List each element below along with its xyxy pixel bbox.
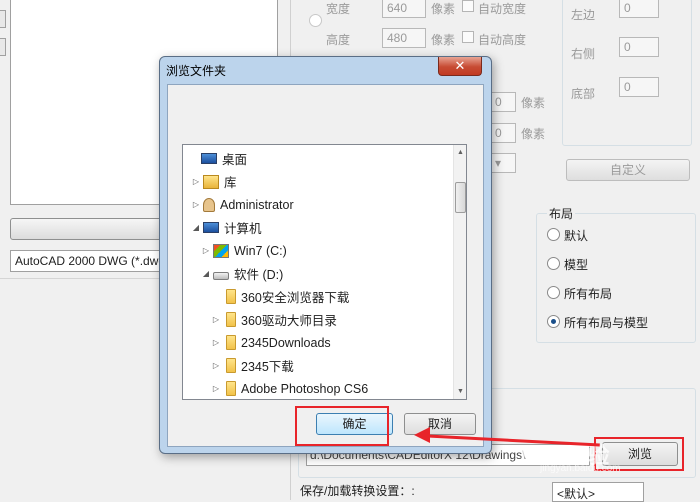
expand-arrow-icon[interactable]: ▷ xyxy=(191,177,201,186)
width-label: 宽度 xyxy=(326,2,351,16)
tree-item-label: 2345下载 xyxy=(241,360,294,374)
auto-width-label: 自动宽度 xyxy=(478,2,527,16)
auto-width-checkbox[interactable] xyxy=(462,0,474,12)
tree-item[interactable]: ▷ Adobe Photoshop CS6 xyxy=(211,377,369,399)
size-radio[interactable] xyxy=(309,14,322,27)
folder-icon xyxy=(226,335,236,350)
tree-item[interactable]: ▷ 2345下载 xyxy=(211,354,294,377)
tree-item-label: 桌面 xyxy=(222,153,248,167)
bottom-margin-input[interactable]: 0 xyxy=(619,77,659,97)
tree-item[interactable]: ▷ Win7 (C:) xyxy=(201,239,287,262)
tree-item[interactable]: ▷ 2345Downloads xyxy=(211,331,331,354)
extra-unit-2: 像素 xyxy=(521,127,546,141)
height-label: 高度 xyxy=(326,33,351,47)
layout-radio-model[interactable] xyxy=(547,257,560,270)
computer-icon xyxy=(203,222,219,233)
extra-input-1[interactable]: 0 xyxy=(490,92,516,112)
side-tab-2[interactable] xyxy=(0,38,6,56)
tree-item-label: 库 xyxy=(224,176,237,190)
right-margin-label: 右侧 xyxy=(571,47,596,61)
tree-item-label: 2345Downloads xyxy=(241,335,331,350)
save-settings-select[interactable]: <默认> xyxy=(552,482,644,502)
folder-icon xyxy=(226,381,236,396)
annotation-arrow-head xyxy=(414,427,430,443)
tree-item[interactable]: 桌面 xyxy=(189,147,247,170)
folder-tree[interactable]: 桌面 ▷ 库 ▷ Administrator ◢ 计算机 ▷ Win7 (C:) ◢ 软件 (D:)… xyxy=(182,144,467,400)
layout-group-title: 布局 xyxy=(547,205,576,222)
expand-arrow-icon[interactable]: ◢ xyxy=(201,269,211,278)
right-margin-input[interactable]: 0 xyxy=(619,37,659,57)
folder-icon xyxy=(226,358,236,373)
tree-item[interactable]: ▷ Administrator xyxy=(191,193,294,216)
extra-dropdown[interactable]: ▾ xyxy=(490,153,516,173)
browse-folder-dialog: 浏览文件夹 ✕ 桌面 ▷ 库 ▷ Administrator ◢ 计算机 ▷ Win7 (C:)… xyxy=(159,56,492,454)
tree-item-label: 360安全浏览器下载 xyxy=(241,291,350,305)
extra-unit-1: 像素 xyxy=(521,96,546,110)
scrollbar-thumb[interactable] xyxy=(455,182,466,213)
tree-item[interactable]: ◢ 计算机 xyxy=(191,216,262,239)
height-input[interactable]: 480 xyxy=(382,28,426,48)
format-select[interactable]: AutoCAD 2000 DWG (*.dwg xyxy=(10,250,170,272)
layout-radio-default[interactable] xyxy=(547,228,560,241)
user-icon xyxy=(203,197,215,212)
folder-icon xyxy=(226,289,236,304)
bottom-margin-label: 底部 xyxy=(571,87,596,101)
tree-item-label: Adobe Photoshop CS6 xyxy=(241,381,369,396)
extra-input-2[interactable]: 0 xyxy=(490,123,516,143)
watermark-url: jingyan.baidu.com xyxy=(540,463,621,474)
scroll-down-icon[interactable]: ▼ xyxy=(454,388,466,395)
desktop-icon xyxy=(201,153,217,164)
expand-arrow-icon[interactable]: ▷ xyxy=(211,315,221,324)
drive-icon xyxy=(213,271,229,280)
close-icon[interactable]: ✕ xyxy=(438,57,482,76)
left-margin-label: 左边 xyxy=(571,8,596,22)
side-tab-1[interactable] xyxy=(0,10,6,28)
expand-arrow-icon[interactable]: ▷ xyxy=(211,361,221,370)
library-icon xyxy=(203,174,219,189)
tree-item-label: 软件 (D:) xyxy=(234,268,284,282)
layout-option-model: 模型 xyxy=(564,258,589,272)
dialog-client: 桌面 ▷ 库 ▷ Administrator ◢ 计算机 ▷ Win7 (C:) ◢ 软件 (D:)… xyxy=(167,84,484,447)
folder-icon xyxy=(226,312,236,327)
tree-item[interactable]: 360安全浏览器下载 xyxy=(211,285,349,308)
tree-item-label: 360驱动大师目录 xyxy=(241,314,337,328)
windows-drive-icon xyxy=(213,243,229,258)
tree-item-label: Win7 (C:) xyxy=(234,243,287,258)
expand-arrow-icon[interactable]: ▷ xyxy=(201,246,211,255)
expand-arrow-icon[interactable]: ◢ xyxy=(191,223,201,232)
tree-item-label: 计算机 xyxy=(224,222,262,236)
dialog-title: 浏览文件夹 xyxy=(166,64,227,78)
auto-height-checkbox[interactable] xyxy=(462,31,474,43)
layout-option-all-layouts: 所有布局 xyxy=(564,287,613,301)
left-margin-input[interactable]: 0 xyxy=(619,0,659,18)
layout-option-all-layouts-model: 所有布局与模型 xyxy=(564,316,649,330)
tree-item[interactable]: ◢ 软件 (D:) xyxy=(201,262,283,285)
custom-button[interactable]: 自定义 xyxy=(566,159,690,181)
layout-radio-all-layouts[interactable] xyxy=(547,286,560,299)
auto-height-label: 自动高度 xyxy=(478,33,527,47)
width-input[interactable]: 640 xyxy=(382,0,426,18)
width-unit: 像素 xyxy=(431,2,456,16)
expand-arrow-icon[interactable]: ▷ xyxy=(191,200,201,209)
layout-option-default: 默认 xyxy=(564,229,589,243)
tree-item[interactable]: ▷ 360驱动大师目录 xyxy=(211,308,337,331)
scroll-up-icon[interactable]: ▲ xyxy=(454,149,466,156)
save-settings-label: 保存/加载转换设置：: xyxy=(300,484,415,498)
layout-radio-all-layouts-model[interactable] xyxy=(547,315,560,328)
tree-item-label: Administrator xyxy=(220,197,294,212)
expand-arrow-icon[interactable]: ▷ xyxy=(211,384,221,393)
tree-item[interactable]: ▷ 库 xyxy=(191,170,237,193)
ok-highlight-box xyxy=(295,406,389,446)
height-unit: 像素 xyxy=(431,33,456,47)
expand-arrow-icon[interactable]: ▷ xyxy=(211,338,221,347)
